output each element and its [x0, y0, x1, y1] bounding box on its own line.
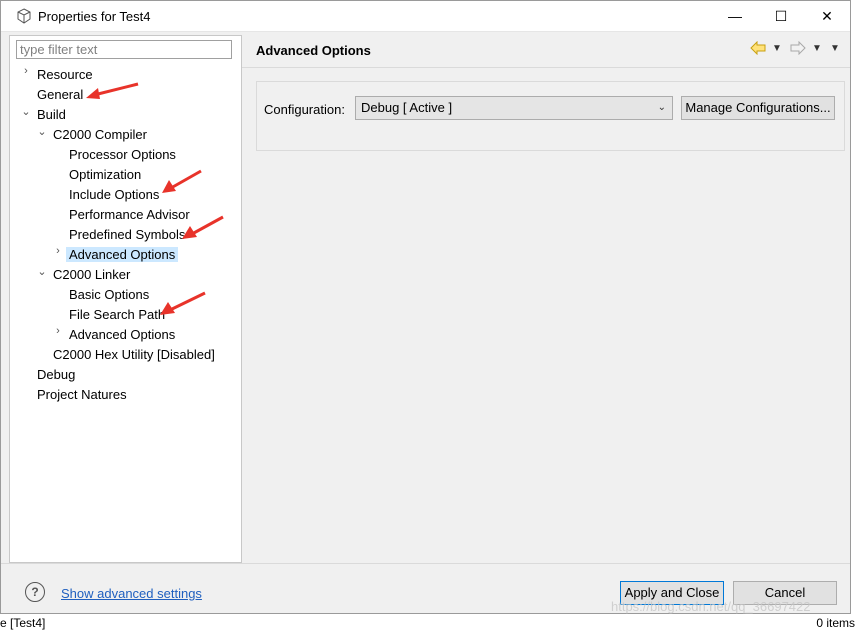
configuration-select[interactable]: Debug [ Active ] ⌄: [355, 96, 673, 120]
property-tree-panel: › Resource General ⌄ Build ⌄ C2000 Compi…: [9, 35, 242, 563]
tree-item-include-options[interactable]: Include Options: [66, 185, 162, 205]
minimize-button[interactable]: —: [712, 1, 758, 31]
configuration-value: Debug [ Active ]: [361, 100, 453, 115]
forward-arrow-icon[interactable]: [790, 40, 806, 58]
tree-item-project-natures[interactable]: Project Natures: [34, 385, 130, 405]
forward-dropdown-icon[interactable]: ▼: [812, 43, 822, 54]
tree-item-build[interactable]: Build: [34, 105, 69, 125]
property-page: Advanced Options ▼ ▼ ▼ Configuration: De…: [242, 35, 850, 563]
page-navigation: ▼ ▼ ▼: [750, 40, 840, 59]
page-title: Advanced Options: [256, 43, 371, 58]
maximize-button[interactable]: ☐: [758, 1, 804, 31]
tree-item-resource[interactable]: Resource: [34, 65, 96, 85]
tree-item-predefined-symbols[interactable]: Predefined Symbols: [66, 225, 188, 245]
configuration-label: Configuration:: [264, 102, 345, 117]
back-arrow-icon[interactable]: [750, 40, 766, 58]
show-advanced-settings-link[interactable]: Show advanced settings: [61, 586, 202, 601]
tree-item-hex-utility[interactable]: C2000 Hex Utility [Disabled]: [50, 345, 218, 365]
properties-dialog: Properties for Test4 — ☐ ✕ › Resource Ge…: [0, 0, 851, 614]
chevron-down-icon: ⌄: [657, 102, 666, 113]
manage-configurations-button[interactable]: Manage Configurations...: [681, 96, 835, 120]
tree-item-performance-advisor[interactable]: Performance Advisor: [66, 205, 193, 225]
title-bar: Properties for Test4 — ☐ ✕: [1, 1, 850, 32]
chevron-down-icon[interactable]: ⌄: [20, 105, 32, 125]
tree-item-debug[interactable]: Debug: [34, 365, 78, 385]
back-dropdown-icon[interactable]: ▼: [772, 43, 782, 54]
chevron-right-icon[interactable]: ›: [52, 245, 64, 265]
chevron-down-icon[interactable]: ⌄: [36, 125, 48, 145]
configuration-group: Configuration: Debug [ Active ] ⌄ Manage…: [256, 81, 845, 151]
tree-item-c2000-compiler[interactable]: C2000 Compiler: [50, 125, 150, 145]
header-divider: [242, 67, 850, 68]
chevron-right-icon[interactable]: ›: [20, 65, 32, 85]
chevron-down-icon[interactable]: ⌄: [36, 265, 48, 285]
tree-item-general[interactable]: General: [34, 85, 86, 105]
tree-item-c2000-linker[interactable]: C2000 Linker: [50, 265, 133, 285]
window-title: Properties for Test4: [38, 9, 151, 24]
tree-item-linker-advanced-options[interactable]: Advanced Options: [66, 325, 178, 345]
tree-item-processor-options[interactable]: Processor Options: [66, 145, 179, 165]
view-menu-icon[interactable]: ▼: [830, 43, 840, 54]
help-icon[interactable]: ?: [25, 582, 45, 602]
tree-item-basic-options[interactable]: Basic Options: [66, 285, 152, 305]
filter-input[interactable]: [16, 40, 232, 59]
background-status-left: e [Test4]: [0, 616, 46, 630]
tree-item-compiler-advanced-options[interactable]: Advanced Options: [66, 245, 179, 265]
watermark: https://blog.csdn.net/qq_36697422: [611, 599, 811, 614]
bottom-divider: [1, 563, 850, 564]
background-status-right: 0 items: [816, 616, 855, 630]
chevron-right-icon[interactable]: ›: [52, 325, 64, 345]
tree-item-optimization[interactable]: Optimization: [66, 165, 144, 185]
close-button[interactable]: ✕: [804, 1, 850, 31]
tree-item-file-search-path[interactable]: File Search Path: [66, 305, 168, 325]
eclipse-properties-icon: [16, 8, 32, 24]
